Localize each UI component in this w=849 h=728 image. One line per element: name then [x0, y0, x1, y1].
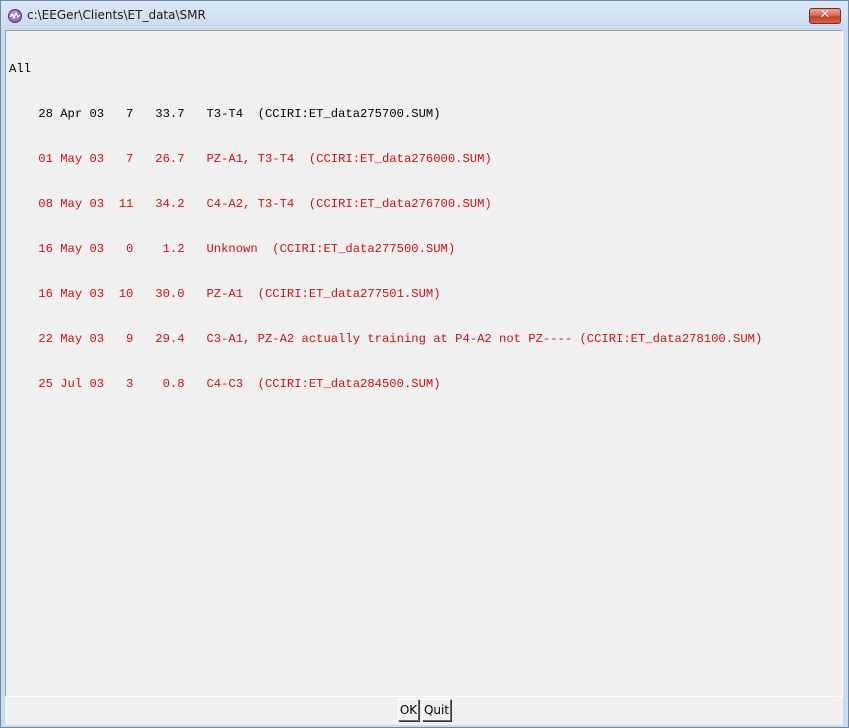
list-item[interactable]: 22 May 03 9 29.4 C3-A1, PZ-A2 actually t… [9, 332, 762, 347]
list-header: All [9, 62, 31, 76]
list-item[interactable]: 08 May 03 11 34.2 C4-A2, T3-T4 (CCIRI:ET… [9, 197, 762, 212]
list-item[interactable]: 25 Jul 03 3 0.8 C4-C3 (CCIRI:ET_data2845… [9, 377, 762, 392]
session-list-panel[interactable]: All 28 Apr 03 7 33.7 T3-T4 (CCIRI:ET_dat… [5, 30, 843, 697]
list-item[interactable]: 28 Apr 03 7 33.7 T3-T4 (CCIRI:ET_data275… [9, 107, 762, 122]
session-list: All 28 Apr 03 7 33.7 T3-T4 (CCIRI:ET_dat… [9, 32, 762, 422]
close-icon: ✕ [819, 7, 831, 22]
main-window: c:\EEGer\Clients\ET_data\SMR ✕ All 28 Ap… [0, 0, 849, 728]
window-title: c:\EEGer\Clients\ET_data\SMR [27, 8, 206, 22]
app-icon [8, 9, 22, 23]
list-item[interactable]: 16 May 03 0 1.2 Unknown (CCIRI:ET_data27… [9, 242, 762, 257]
list-item[interactable]: 16 May 03 10 30.0 PZ-A1 (CCIRI:ET_data27… [9, 287, 762, 302]
list-item[interactable]: 01 May 03 7 26.7 PZ-A1, T3-T4 (CCIRI:ET_… [9, 152, 762, 167]
close-button[interactable]: ✕ [809, 7, 841, 24]
button-bar: OK Quit [5, 697, 843, 725]
title-bar[interactable]: c:\EEGer\Clients\ET_data\SMR ✕ [1, 1, 848, 30]
ok-button[interactable]: OK [398, 699, 419, 721]
quit-button[interactable]: Quit [422, 699, 451, 721]
